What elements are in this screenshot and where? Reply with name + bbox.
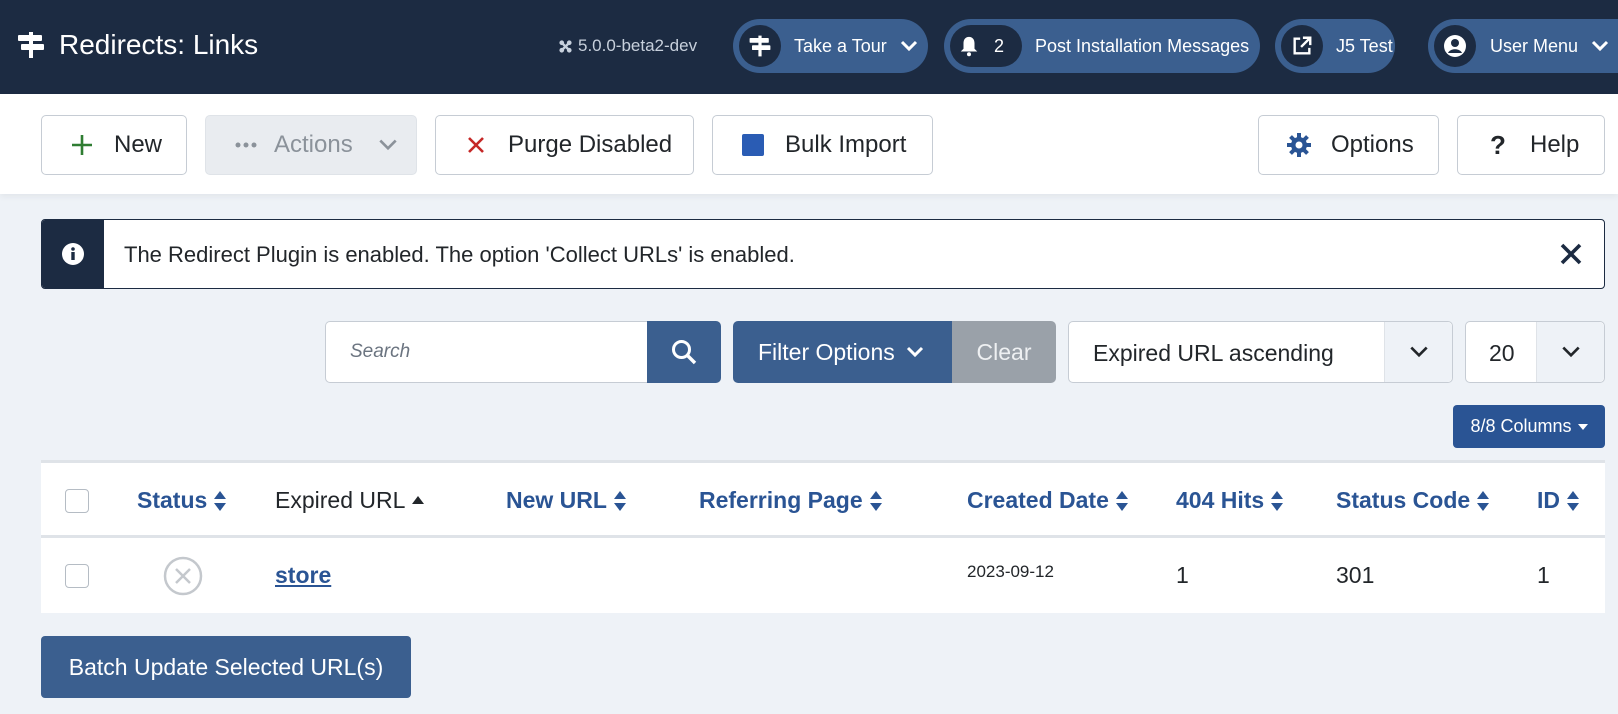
created-date-cell: 2023-09-12 [967,562,1054,581]
sort-icon [1567,490,1579,511]
signpost-icon [749,35,771,57]
redirects-table: Status Expired URL New URL Referring Pag… [41,460,1605,613]
version-label: 5.0.0-beta2-dev [558,36,697,56]
expired-url-link[interactable]: store [275,562,331,589]
toolbar: New Actions Purge Disabled Bulk Import O… [0,94,1618,194]
sort-icon [613,490,626,511]
user-icon [1444,35,1466,57]
sort-created-date-header[interactable]: Created Date [967,487,1129,514]
info-alert: The Redirect Plugin is enabled. The opti… [41,219,1605,289]
chevron-down-icon [379,139,397,151]
new-label: New [114,131,163,158]
external-link-icon [1293,36,1312,55]
bulk-import-label: Bulk Import [785,131,907,158]
alert-close-button[interactable] [1556,239,1586,269]
site-label: J5 Test [1336,35,1393,56]
status-toggle-button[interactable] [163,556,203,601]
chevron-down-icon [1591,40,1609,52]
row-checkbox[interactable] [65,564,89,588]
site-link-button[interactable]: J5 Test [1275,19,1395,73]
close-icon [1560,243,1582,265]
caret-down-icon [1577,423,1588,430]
sort-expired-url-header[interactable]: Expired URL [275,487,425,514]
info-icon [62,243,84,265]
post-installation-messages-button[interactable]: 2 Post Installation Messages [944,19,1260,73]
options-label: Options [1331,131,1414,158]
sort-icon [1477,490,1490,511]
new-button[interactable]: New [41,115,187,175]
search-input[interactable] [325,321,648,383]
purge-disabled-button[interactable]: Purge Disabled [435,115,694,175]
table-row: store 2023-09-12 1 301 1 [41,538,1605,613]
sort-status-header[interactable]: Status [137,487,227,514]
bulk-import-button[interactable]: Bulk Import [712,115,933,175]
columns-toggle-button[interactable]: 8/8 Columns [1453,405,1605,448]
sort-status-code-header[interactable]: Status Code [1336,487,1490,514]
columns-label: 8/8 Columns [1470,416,1572,436]
user-menu-button[interactable]: User Menu [1428,19,1618,73]
square-icon [739,131,767,159]
table-header: Status Expired URL New URL Referring Pag… [41,463,1605,538]
select-all-checkbox[interactable] [65,489,89,513]
hits-cell: 1 [1176,562,1189,588]
sort-value: Expired URL ascending [1093,340,1334,366]
chevron-down-icon [906,346,923,358]
actions-button[interactable]: Actions [205,115,417,175]
unpublished-icon [163,556,203,596]
help-button[interactable]: ? Help [1457,115,1605,175]
batch-update-button[interactable]: Batch Update Selected URL(s) [41,636,411,698]
sort-icon [869,490,882,511]
take-tour-label: Take a Tour [794,35,887,56]
page-title: Redirects: Links [59,29,259,60]
filter-options-label: Filter Options [758,338,895,365]
gear-icon [1285,131,1313,159]
user-menu-label: User Menu [1490,35,1579,56]
help-label: Help [1530,131,1580,158]
sort-new-url-header[interactable]: New URL [506,487,627,514]
sort-ascending-icon [412,495,425,504]
question-icon: ? [1490,129,1506,160]
purge-disabled-label: Purge Disabled [508,131,673,158]
search-group [325,321,721,383]
take-tour-button[interactable]: Take a Tour [733,19,928,73]
sort-icon [1271,490,1284,511]
sort-id-header[interactable]: ID [1537,487,1580,514]
chevron-down-icon [1561,346,1580,358]
messages-label: Post Installation Messages [1035,35,1250,56]
joomla-icon [559,39,572,53]
signpost-icon [18,32,44,58]
status-code-cell: 301 [1336,562,1375,588]
version-text: 5.0.0-beta2-dev [578,36,698,55]
actions-label: Actions [274,131,353,158]
id-cell: 1 [1537,562,1550,588]
search-button[interactable] [647,321,721,383]
alert-message: The Redirect Plugin is enabled. The opti… [124,242,795,267]
bell-icon [960,36,978,57]
limit-value: 20 [1489,340,1515,366]
sort-select[interactable]: Expired URL ascending [1068,321,1453,383]
close-icon [462,131,490,159]
sort-icon [214,490,227,511]
options-button[interactable]: Options [1258,115,1439,175]
plus-icon [68,131,96,159]
limit-select[interactable]: 20 [1465,321,1605,383]
search-icon [672,340,697,365]
filter-options-button[interactable]: Filter Options [733,321,953,383]
messages-count: 2 [994,35,1005,56]
sort-icon [1115,490,1128,511]
clear-button[interactable]: Clear [952,321,1056,383]
top-header: Redirects: Links 5.0.0-beta2-dev Take a … [0,0,1618,94]
sort-hits-header[interactable]: 404 Hits [1176,487,1284,514]
ellipsis-icon [232,131,260,159]
chevron-down-icon [1409,346,1428,358]
chevron-down-icon [900,40,917,52]
sort-referring-page-header[interactable]: Referring Page [699,487,883,514]
